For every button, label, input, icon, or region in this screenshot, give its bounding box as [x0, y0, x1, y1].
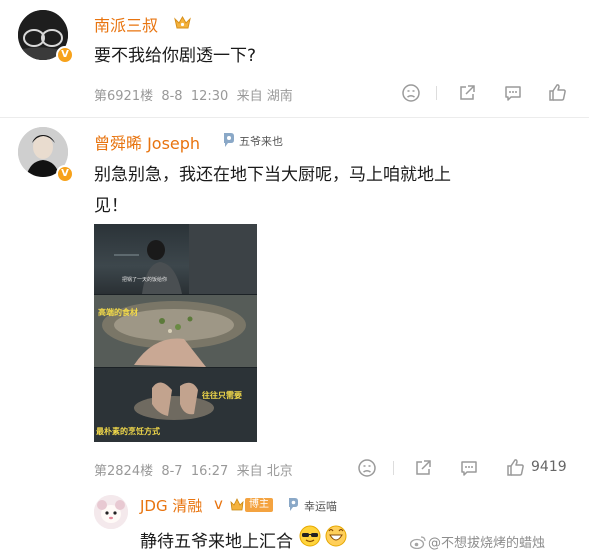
comment-meta: 第6921楼 8-8 12:30 来自 湖南: [94, 89, 293, 104]
weibo-logo-icon: [409, 536, 426, 550]
image-caption-1: 高端的食材: [98, 308, 138, 317]
image-tiny-caption: 把锅了一天的饭给你: [122, 277, 168, 283]
like-count: 9419: [531, 459, 567, 475]
image-frame-2: 高端的食材: [94, 295, 257, 367]
comment-meta: 第2824楼 8-7 16:27 来自 北京: [94, 464, 293, 479]
image-frame-3: 往往只需要 最朴素的烹饪方式: [94, 368, 257, 442]
action-separator: [393, 461, 394, 475]
reply-avatar[interactable]: [94, 495, 128, 529]
like-icon[interactable]: [547, 82, 568, 103]
comment-text-line-1: 别急别急，我还在地下当大厨呢，马上咱就地上: [94, 165, 451, 185]
verified-icon: V: [56, 46, 74, 64]
weibo-watermark: @不想拔烧烤的蜡烛: [409, 532, 546, 551]
fan-badge[interactable]: 幸运喵: [304, 498, 337, 514]
watermark-text: @不想拔烧烤的蜡烛: [428, 536, 546, 551]
sunglasses-emoji-icon: [299, 525, 321, 547]
comment-divider: [0, 117, 589, 118]
grinning-emoji-icon: [325, 525, 347, 547]
share-icon[interactable]: [457, 83, 477, 103]
share-icon[interactable]: [413, 458, 433, 478]
comment-text: 要不我给你剧透一下?: [94, 46, 257, 66]
fan-badge[interactable]: 五爷来也: [239, 133, 283, 149]
verified-icon: V: [56, 165, 74, 183]
image-caption-3: 最朴素的烹饪方式: [96, 427, 160, 436]
crown-badge-icon: [174, 15, 191, 30]
action-separator: [436, 86, 437, 100]
username[interactable]: 南派三叔: [94, 12, 158, 36]
comment-text-line-2: 见！: [94, 196, 128, 216]
dislike-icon[interactable]: [357, 458, 377, 478]
crown-icon: [230, 498, 244, 511]
reply-username[interactable]: JDG 清融: [140, 495, 202, 516]
fan-badge-icon: [222, 132, 236, 148]
reply-text: 静待五爷来地上汇合: [140, 532, 293, 552]
fan-badge-icon: [287, 497, 300, 512]
image-caption-2: 往往只需要: [202, 391, 242, 400]
reply-v-mark: v: [214, 495, 223, 513]
like-icon[interactable]: [505, 457, 526, 478]
rank-badge[interactable]: 博主: [245, 498, 273, 512]
image-frame-1: 把锅了一天的饭给你: [94, 224, 257, 294]
username[interactable]: 曾舜晞 Joseph: [94, 130, 200, 154]
comment-icon[interactable]: [459, 458, 479, 478]
comment-image[interactable]: 把锅了一天的饭给你 高端的食材 往往只需要 最朴素的烹饪方式: [94, 224, 257, 442]
dislike-icon[interactable]: [401, 83, 421, 103]
comment-icon[interactable]: [503, 83, 523, 103]
